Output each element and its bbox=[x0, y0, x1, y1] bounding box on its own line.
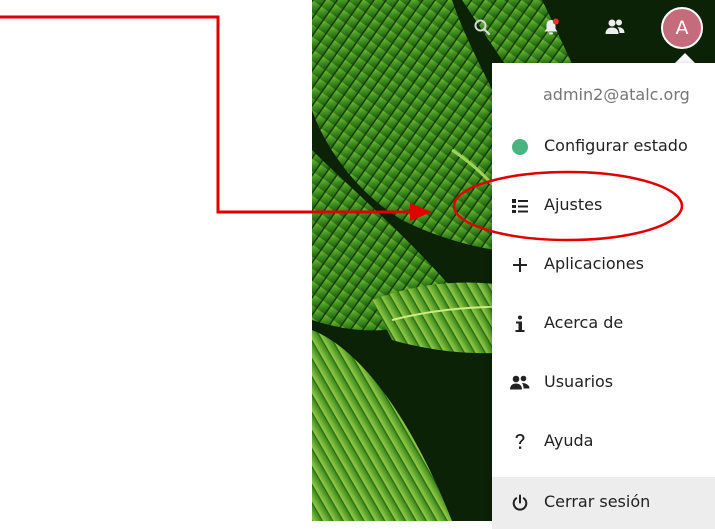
help-icon bbox=[508, 430, 532, 454]
menu-item-set-status[interactable]: Configurar estado bbox=[492, 121, 715, 173]
menu-item-label: Ajustes bbox=[544, 195, 603, 214]
search-icon[interactable] bbox=[471, 16, 493, 38]
menu-item-label: Ayuda bbox=[544, 431, 594, 450]
menu-caret bbox=[675, 53, 695, 63]
menu-item-settings[interactable]: Ajustes bbox=[492, 180, 715, 232]
avatar-initial: A bbox=[675, 17, 689, 39]
menu-item-label: Cerrar sesión bbox=[544, 492, 651, 511]
menu-item-label: Acerca de bbox=[544, 313, 624, 332]
settings-list-icon bbox=[508, 194, 532, 218]
contacts-icon[interactable] bbox=[604, 16, 626, 38]
menu-item-about[interactable]: Acerca de bbox=[492, 298, 715, 350]
user-avatar[interactable]: A bbox=[661, 7, 703, 49]
status-dot-icon bbox=[508, 135, 532, 159]
info-icon bbox=[508, 312, 532, 336]
menu-item-help[interactable]: Ayuda bbox=[492, 416, 715, 468]
menu-item-logout[interactable]: Cerrar sesión bbox=[492, 477, 715, 529]
plus-icon bbox=[508, 253, 532, 277]
bell-icon[interactable] bbox=[540, 16, 562, 38]
menu-item-users[interactable]: Usuarios bbox=[492, 357, 715, 409]
menu-item-label: Aplicaciones bbox=[544, 254, 644, 273]
menu-item-apps[interactable]: Aplicaciones bbox=[492, 239, 715, 291]
menu-item-label: Configurar estado bbox=[544, 136, 688, 155]
user-email: admin2@atalc.org bbox=[543, 85, 690, 104]
user-menu: admin2@atalc.org Configurar estado Ajust… bbox=[492, 63, 715, 529]
users-icon bbox=[508, 371, 532, 395]
menu-item-label: Usuarios bbox=[544, 372, 614, 391]
power-icon bbox=[508, 491, 532, 515]
notification-dot bbox=[552, 18, 559, 25]
